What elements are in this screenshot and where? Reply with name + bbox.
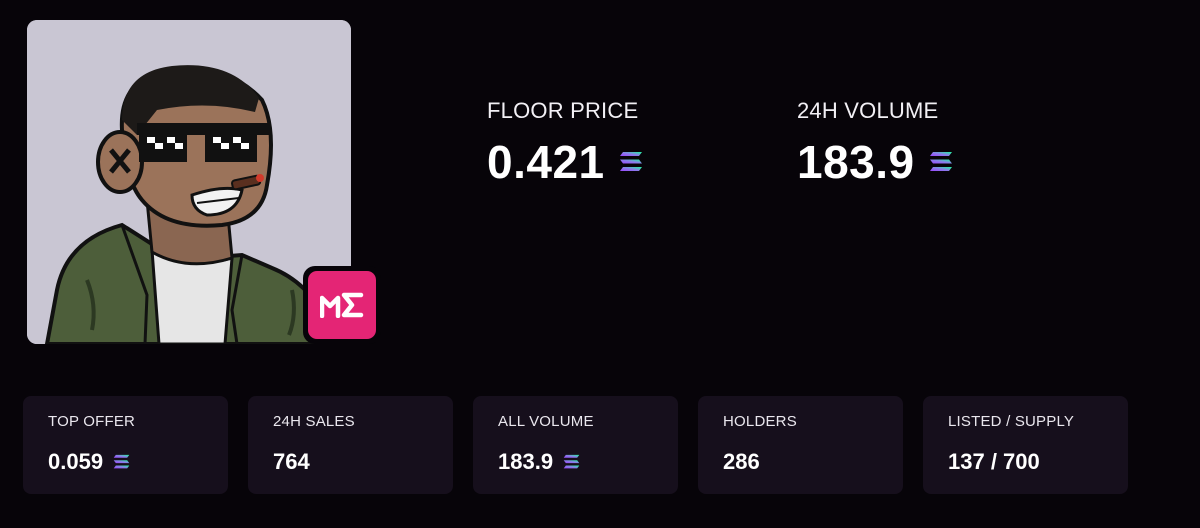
solana-icon <box>929 151 953 173</box>
magic-eden-badge <box>303 266 381 344</box>
floor-price-stat: FLOOR PRICE 0.421 <box>487 96 643 190</box>
24h-volume-value: 183.9 <box>797 136 915 188</box>
stat-label: TOP OFFER <box>48 413 136 430</box>
stat-card-listed-supply: LISTED / SUPPLY 137 / 700 <box>923 396 1128 494</box>
stats-row: TOP OFFER 0.059 24H SALES 764 ALL VOLUME… <box>23 396 1128 494</box>
stat-card-all-volume: ALL VOLUME 183.9 <box>473 396 678 494</box>
24h-volume-label: 24H VOLUME <box>797 98 939 123</box>
collection-stats-page: FLOOR PRICE 0.421 24H VOLUME 183.9 TOP O… <box>0 0 1200 528</box>
solana-icon <box>113 454 130 470</box>
stat-value: 764 <box>273 449 310 474</box>
stat-value: 0.059 <box>48 449 104 474</box>
magic-eden-logo-icon <box>308 271 376 339</box>
stat-label: ALL VOLUME <box>498 413 594 430</box>
24h-volume-stat: 24H VOLUME 183.9 <box>797 96 953 190</box>
stat-label: LISTED / SUPPLY <box>948 413 1075 430</box>
stat-value: 137 / 700 <box>948 449 1040 474</box>
stat-value: 183.9 <box>498 449 554 474</box>
floor-price-value: 0.421 <box>487 136 605 188</box>
solana-icon <box>619 151 643 173</box>
stat-card-holders: HOLDERS 286 <box>698 396 903 494</box>
floor-price-label: FLOOR PRICE <box>487 98 639 123</box>
stat-value: 286 <box>723 449 760 474</box>
me-logo-mark <box>320 292 364 318</box>
stat-card-top-offer: TOP OFFER 0.059 <box>23 396 228 494</box>
stat-card-24h-sales: 24H SALES 764 <box>248 396 453 494</box>
stat-label: 24H SALES <box>273 413 355 430</box>
stat-label: HOLDERS <box>723 413 797 430</box>
solana-icon <box>563 454 580 470</box>
